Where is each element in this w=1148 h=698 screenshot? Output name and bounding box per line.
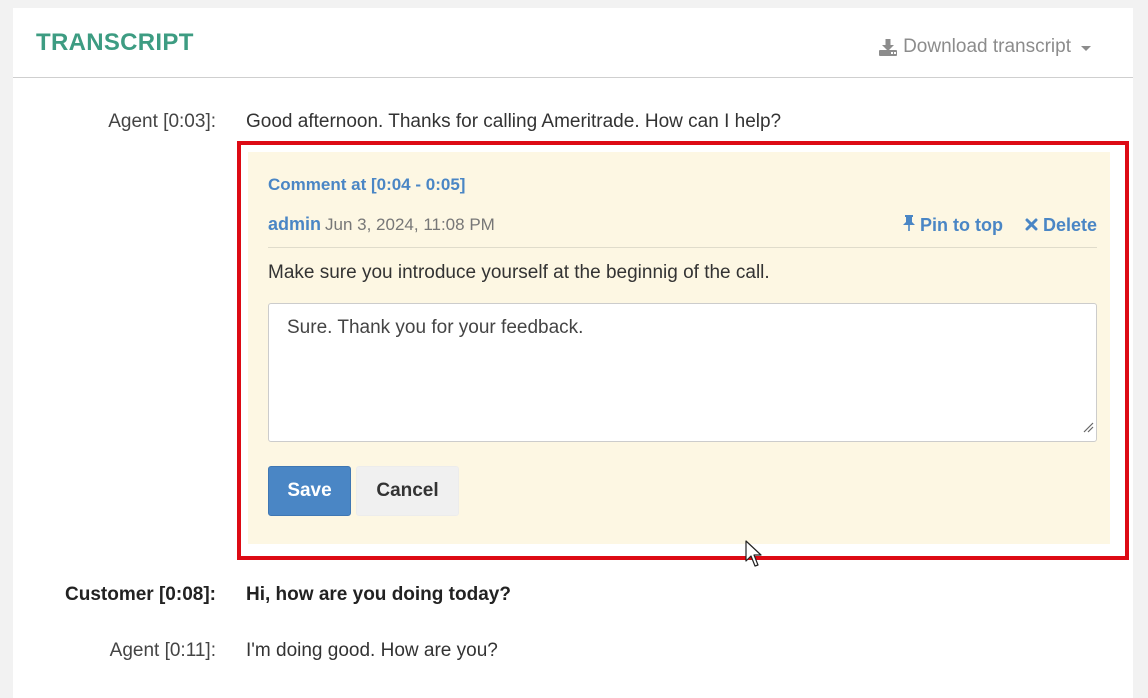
transcript-line: Good afternoon. Thanks for calling Ameri… [246,111,782,132]
speaker-label: Agent [0:11]: [109,640,216,661]
page-title: TRANSCRIPT [36,29,194,56]
speaker-label: Agent [0:03]: [108,111,216,132]
comment-highlight-frame [237,141,1129,560]
speaker-label: Customer [0:08]: [65,584,216,605]
caret-down-icon [1081,46,1091,51]
panel-header: TRANSCRIPT Download transcript [13,8,1133,78]
mouse-cursor-icon [745,540,763,573]
transcript-line: Hi, how are you doing today? [246,584,511,605]
download-transcript-label: Download transcript [903,36,1071,57]
transcript-line: I'm doing good. How are you? [246,640,498,661]
download-transcript-button[interactable]: Download transcript [879,36,1091,58]
download-icon [879,38,898,56]
